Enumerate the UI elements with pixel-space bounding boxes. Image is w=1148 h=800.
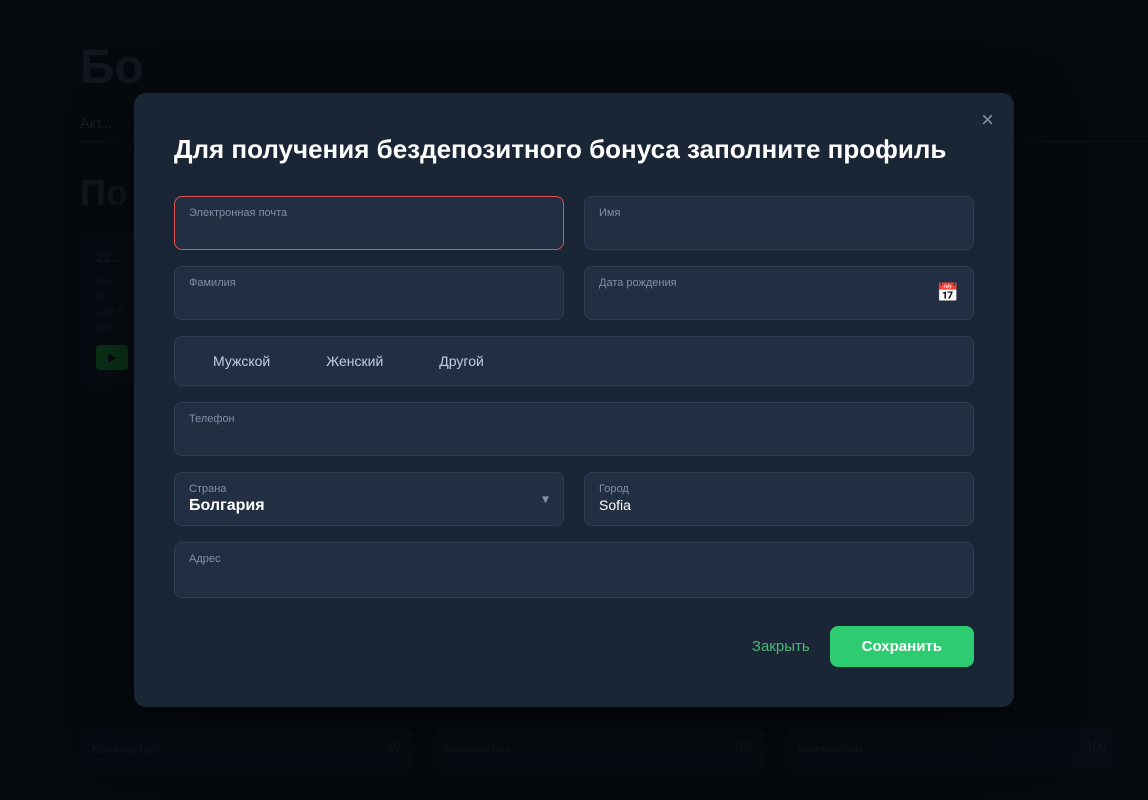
country-value: Болгария: [189, 497, 549, 515]
save-button[interactable]: Сохранить: [830, 626, 974, 667]
city-label: Город: [599, 483, 959, 495]
form-row-location: Страна Болгария ▾ Город: [174, 472, 974, 526]
city-group: Город: [584, 472, 974, 526]
gender-other-button[interactable]: Другой: [411, 345, 512, 377]
gender-selector: Мужской Женский Другой: [174, 336, 974, 386]
modal: × Для получения бездепозитного бонуса за…: [134, 93, 1014, 708]
phone-field-wrap[interactable]: Телефон: [174, 402, 974, 456]
modal-footer: Закрыть Сохранить: [174, 626, 974, 667]
city-field-wrap[interactable]: Город: [584, 472, 974, 526]
country-dropdown[interactable]: Страна Болгария ▾: [174, 472, 564, 526]
birthdate-input[interactable]: [599, 291, 959, 307]
close-button[interactable]: ×: [981, 109, 994, 131]
birthdate-group: Дата рождения 📅: [584, 266, 974, 320]
firstname-label: Имя: [599, 207, 959, 219]
lastname-group: Фамилия: [174, 266, 564, 320]
form-row-2: Фамилия Дата рождения 📅: [174, 266, 974, 320]
phone-label: Телефон: [189, 413, 959, 425]
email-label: Электронная почта: [189, 207, 549, 219]
address-input[interactable]: [189, 567, 959, 583]
city-input[interactable]: [599, 497, 959, 513]
gender-female-button[interactable]: Женский: [298, 345, 411, 377]
email-input[interactable]: [189, 221, 549, 237]
form-row-address: Адрес: [174, 542, 974, 598]
cancel-button[interactable]: Закрыть: [752, 638, 810, 655]
address-label: Адрес: [189, 553, 959, 565]
country-group: Страна Болгария ▾: [174, 472, 564, 526]
firstname-group: Имя: [584, 196, 974, 250]
lastname-field-wrap[interactable]: Фамилия: [174, 266, 564, 320]
form-row-gender: Мужской Женский Другой: [174, 336, 974, 386]
form-row-1: Электронная почта Имя: [174, 196, 974, 250]
phone-input[interactable]: [189, 427, 959, 443]
address-group: Адрес: [174, 542, 974, 598]
modal-overlay: × Для получения бездепозитного бонуса за…: [0, 0, 1148, 800]
gender-male-button[interactable]: Мужской: [185, 345, 298, 377]
phone-group: Телефон: [174, 402, 974, 456]
lastname-input[interactable]: [189, 291, 549, 307]
address-field-wrap[interactable]: Адрес: [174, 542, 974, 598]
firstname-field-wrap[interactable]: Имя: [584, 196, 974, 250]
email-field-wrap[interactable]: Электронная почта: [174, 196, 564, 250]
birthdate-field-wrap[interactable]: Дата рождения 📅: [584, 266, 974, 320]
lastname-label: Фамилия: [189, 277, 549, 289]
country-label: Страна: [189, 483, 549, 495]
firstname-input[interactable]: [599, 221, 959, 237]
email-group: Электронная почта: [174, 196, 564, 250]
birthdate-label: Дата рождения: [599, 277, 959, 289]
form-row-phone: Телефон: [174, 402, 974, 456]
modal-title: Для получения бездепозитного бонуса запо…: [174, 133, 974, 167]
gender-group: Мужской Женский Другой: [174, 336, 974, 386]
